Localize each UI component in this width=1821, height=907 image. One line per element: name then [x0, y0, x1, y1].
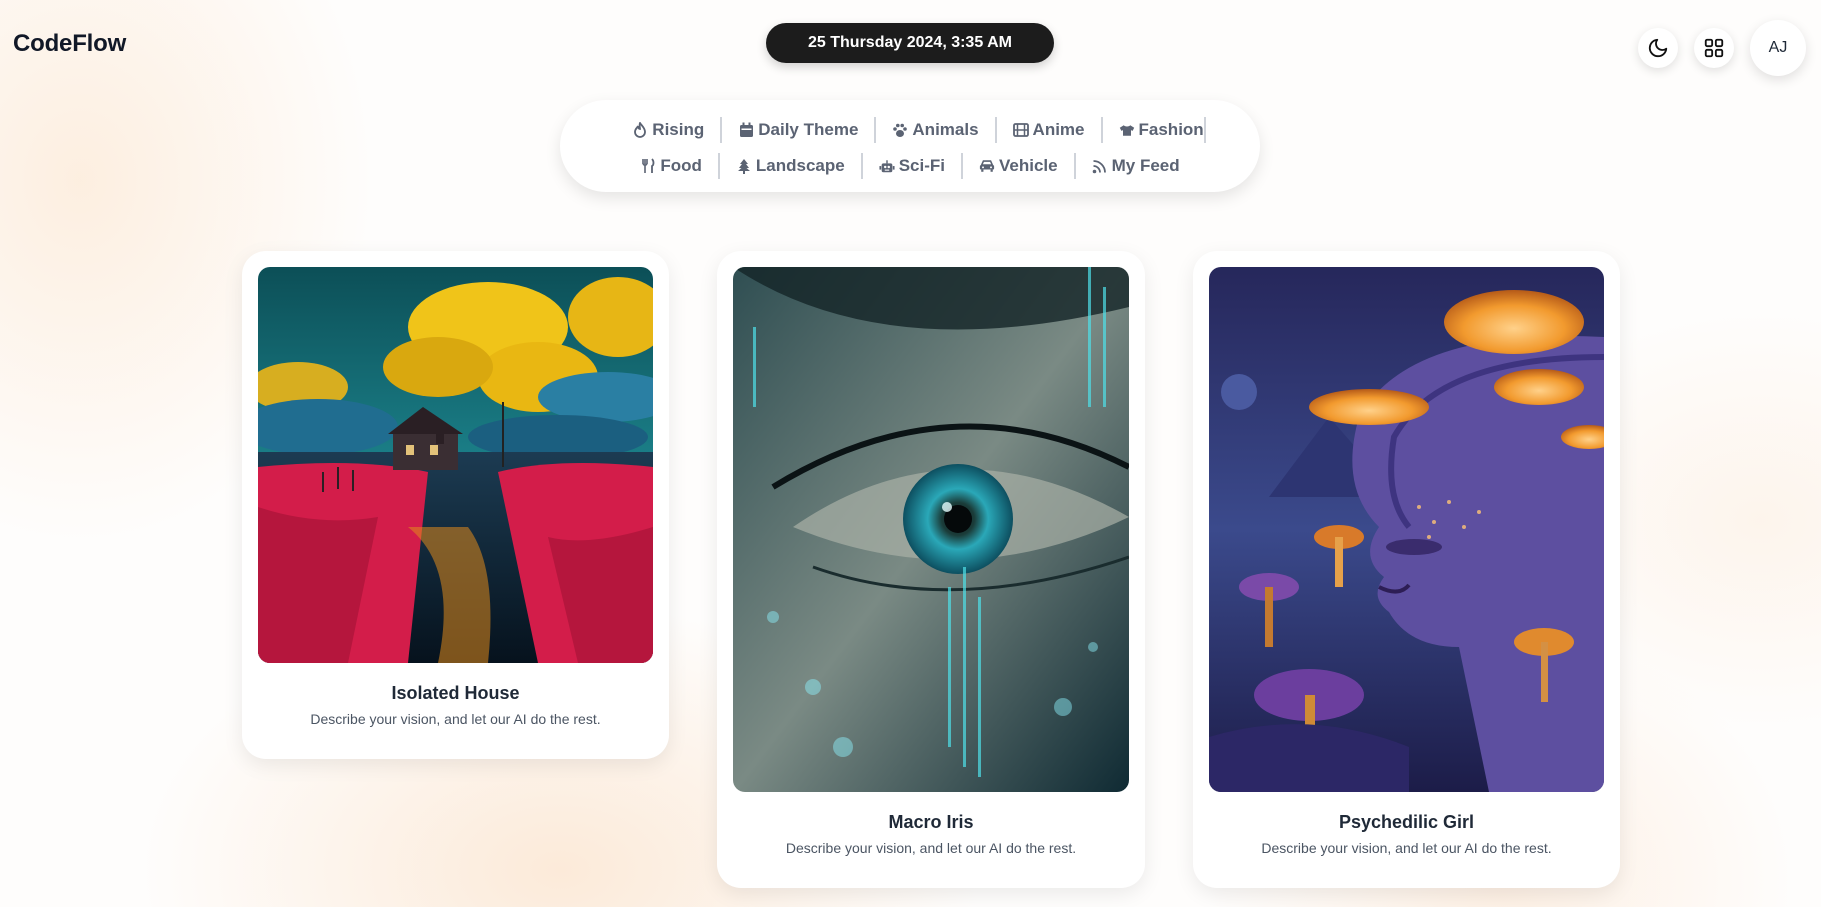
card-title: Isolated House	[391, 683, 520, 703]
category-label: Fashion	[1138, 120, 1204, 139]
card-description: Describe your vision, and let our AI do …	[1261, 840, 1552, 856]
category-label: Animals	[912, 120, 979, 139]
card-image[interactable]	[733, 267, 1129, 792]
card-title: Psychedilic Girl	[1338, 812, 1475, 832]
category-food[interactable]: Food	[624, 153, 720, 179]
category-label: Rising	[652, 120, 705, 139]
image-card[interactable]: Isolated House Describe your vision, and…	[242, 251, 669, 759]
grid-icon	[1704, 38, 1724, 58]
app-logo[interactable]: CodeFlow	[13, 30, 126, 58]
card-title: Macro Iris	[888, 812, 974, 832]
tree-icon	[736, 158, 752, 174]
film-icon	[1012, 122, 1029, 138]
category-label: Vehicle	[999, 156, 1058, 175]
category-animals[interactable]: Animals	[876, 117, 997, 143]
theme-toggle-button[interactable]	[1638, 28, 1678, 68]
card-image[interactable]	[1209, 267, 1604, 792]
card-description: Describe your vision, and let our AI do …	[310, 711, 601, 727]
category-anime[interactable]: Anime	[997, 117, 1103, 143]
utensils-icon	[640, 158, 656, 174]
category-vehicle[interactable]: Vehicle	[963, 153, 1076, 179]
fire-icon	[632, 122, 648, 138]
category-label: Landscape	[755, 156, 845, 175]
category-label: Daily Theme	[758, 120, 859, 139]
category-label: Anime	[1032, 120, 1085, 139]
paw-icon	[892, 122, 908, 138]
card-image[interactable]	[258, 267, 653, 663]
category-my-feed[interactable]: My Feed	[1076, 153, 1196, 179]
shirt-icon	[1119, 122, 1135, 138]
category-fashion[interactable]: Fashion	[1103, 117, 1206, 143]
category-daily-theme[interactable]: Daily Theme	[722, 117, 877, 143]
image-card[interactable]: Macro Iris Describe your vision, and let…	[717, 251, 1145, 888]
apps-grid-button[interactable]	[1694, 28, 1734, 68]
category-rising[interactable]: Rising	[616, 117, 723, 143]
category-row: Food Landscape Sci-Fi Vehicle My Feed	[560, 153, 1260, 179]
category-label: My Feed	[1111, 156, 1180, 175]
category-nav: Rising Daily Theme Animals Anime Fashion	[560, 100, 1260, 192]
datetime-pill: 25 Thursday 2024, 3:35 AM	[766, 23, 1054, 63]
category-landscape[interactable]: Landscape	[720, 153, 863, 179]
category-row: Rising Daily Theme Animals Anime Fashion	[560, 117, 1260, 143]
calendar-icon	[738, 122, 754, 138]
category-label: Food	[660, 156, 702, 175]
robot-icon	[879, 158, 895, 174]
card-description: Describe your vision, and let our AI do …	[785, 840, 1077, 856]
category-sci-fi[interactable]: Sci-Fi	[863, 153, 963, 179]
category-label: Sci-Fi	[898, 156, 945, 175]
rss-icon	[1092, 158, 1108, 174]
car-icon	[979, 158, 995, 174]
user-avatar[interactable]: AJ	[1750, 20, 1806, 76]
moon-icon	[1648, 38, 1668, 58]
image-card[interactable]: Psychedilic Girl Describe your vision, a…	[1193, 251, 1620, 888]
